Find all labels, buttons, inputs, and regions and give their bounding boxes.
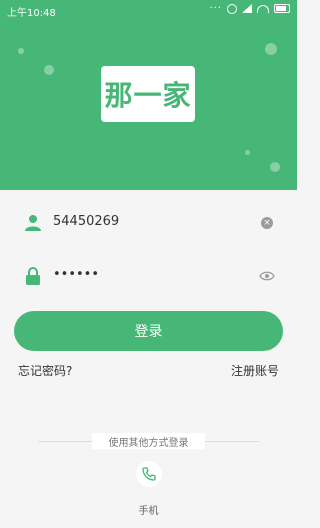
decorative-bubble — [245, 150, 250, 155]
forgot-password-link[interactable]: 忘记密码? — [18, 362, 72, 379]
divider-left — [38, 441, 92, 442]
decorative-bubble — [18, 48, 24, 54]
register-link[interactable]: 注册账号 — [231, 362, 279, 379]
header-banner: 上午10:48 ··· 那一家 — [0, 0, 297, 190]
status-icons: ··· — [209, 3, 290, 14]
lock-icon — [26, 267, 40, 285]
app-logo: 那一家 — [101, 66, 195, 122]
username-field[interactable]: 54450269 × — [24, 211, 279, 235]
clear-icon[interactable]: × — [261, 217, 273, 229]
battery-icon — [274, 4, 290, 13]
wifi-icon — [257, 4, 269, 13]
decorative-bubble — [265, 43, 277, 55]
status-time: 上午10:48 — [7, 8, 56, 19]
divider-right — [205, 441, 259, 442]
username-input[interactable]: 54450269 — [53, 214, 119, 229]
phone-icon — [142, 467, 156, 481]
password-input[interactable]: •••••• — [53, 267, 99, 282]
signal-icon — [242, 4, 252, 13]
eye-icon[interactable] — [259, 270, 275, 282]
user-icon — [25, 215, 41, 231]
decorative-bubble — [44, 65, 54, 75]
other-login-divider-label: 使用其他方式登录 — [92, 433, 205, 449]
status-bar: 上午10:48 ··· — [0, 0, 297, 20]
password-field[interactable]: •••••• — [24, 264, 279, 288]
phone-login-label: 手机 — [138, 506, 159, 517]
login-button[interactable]: 登录 — [14, 311, 283, 351]
dots-icon: ··· — [209, 3, 222, 14]
decorative-bubble — [270, 162, 280, 172]
phone-login-button[interactable] — [136, 461, 162, 487]
alarm-icon — [227, 3, 237, 14]
logo-text: 那一家 — [104, 79, 192, 112]
